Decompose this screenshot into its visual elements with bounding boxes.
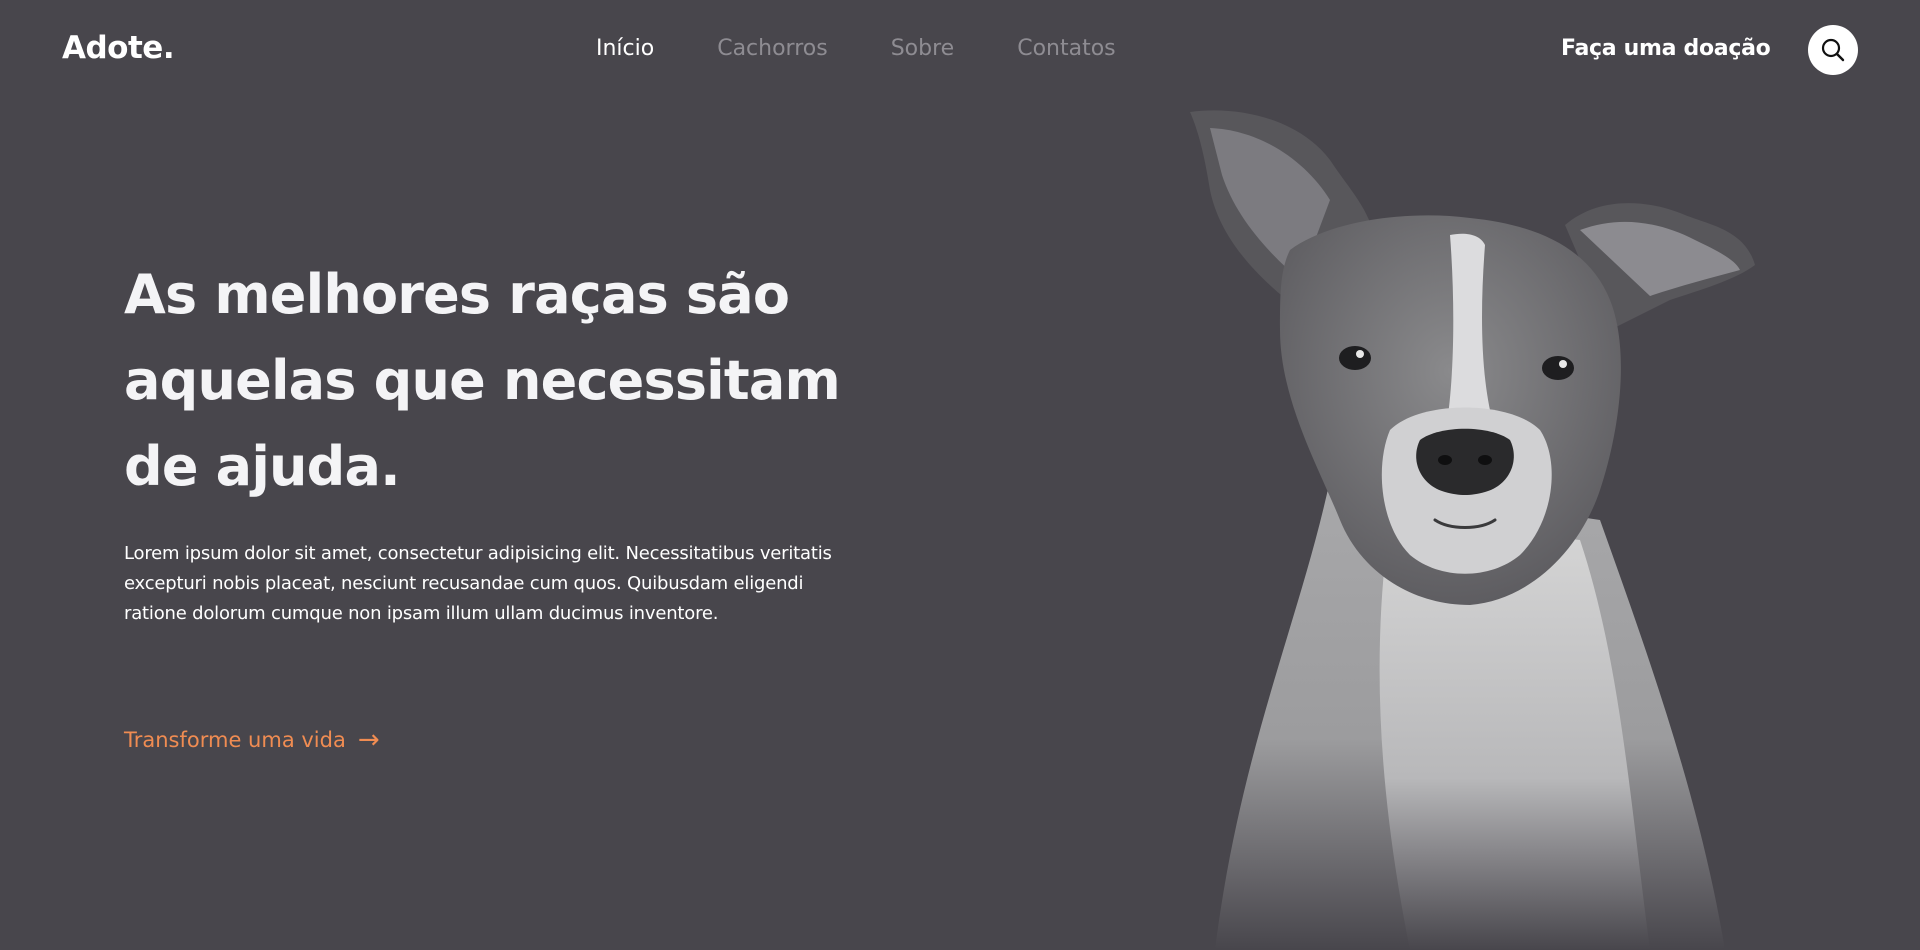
transform-life-link[interactable]: Transforme uma vida → — [124, 727, 380, 753]
search-icon — [1821, 38, 1845, 62]
dog-photo — [1190, 110, 1755, 950]
search-button[interactable] — [1808, 25, 1858, 75]
arrow-right-icon: → — [357, 725, 380, 755]
nav-item-sobre[interactable]: Sobre — [891, 36, 955, 61]
nav-item-cachorros[interactable]: Cachorros — [717, 36, 827, 61]
nav-item-inicio[interactable]: Início — [596, 36, 654, 61]
landing-page: Adote. Início Cachorros Sobre Contatos F… — [0, 0, 1920, 950]
main-nav: Início Cachorros Sobre Contatos — [596, 36, 1116, 61]
donate-link[interactable]: Faça uma doação — [1561, 36, 1771, 61]
cta-label: Transforme uma vida — [124, 728, 346, 752]
nav-item-contatos[interactable]: Contatos — [1017, 36, 1115, 61]
hero-headline: As melhores raças são aquelas que necess… — [124, 263, 841, 498]
hero-description: Lorem ipsum dolor sit amet, consectetur … — [124, 543, 832, 624]
logo[interactable]: Adote. — [62, 30, 175, 66]
